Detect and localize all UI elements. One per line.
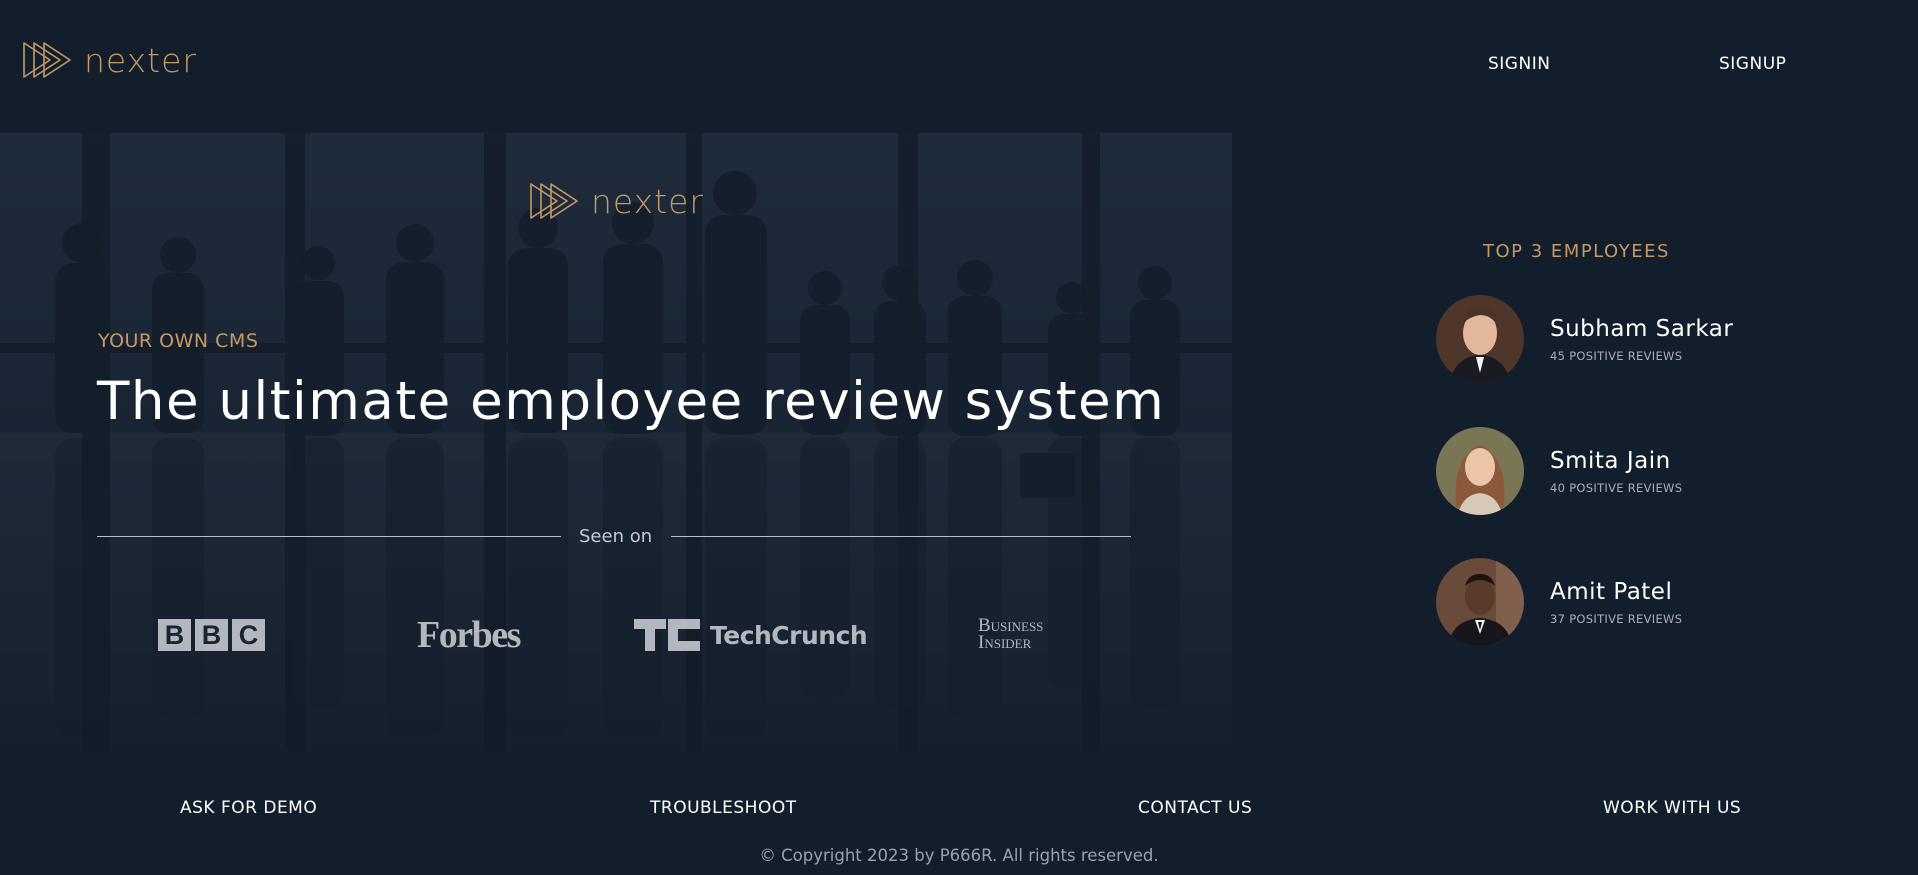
business-insider-line2: Insider [978, 632, 1032, 653]
avatar [1436, 558, 1524, 646]
forbes-logo: Forbes [417, 614, 521, 656]
seen-on-divider-left [97, 536, 561, 537]
hero-overlay [0, 133, 1232, 750]
employee-reviews: 37 POSITIVE REVIEWS [1550, 611, 1683, 626]
footer-link-work-with-us[interactable]: WORK WITH US [1603, 798, 1741, 818]
employee-name: Smita Jain [1550, 447, 1671, 474]
triple-play-icon [23, 42, 71, 78]
employee-photo [1436, 295, 1524, 383]
signin-link[interactable]: SIGNIN [1488, 54, 1550, 74]
hero-section: nexter YOUR OWN CMS The ultimate employe… [0, 133, 1232, 750]
avatar [1436, 295, 1524, 383]
copyright-text: © Copyright 2023 by P666R. All rights re… [759, 846, 1159, 865]
top-employees-title: TOP 3 EMPLOYEES [1483, 241, 1670, 262]
hero-title: The ultimate employee review system [97, 371, 1166, 432]
business-insider-logo: Business Insider [978, 616, 1043, 653]
employee-photo [1436, 558, 1524, 646]
employee-card[interactable]: Amit Patel 37 POSITIVE REVIEWS [1436, 558, 1856, 646]
hero-logo: nexter [529, 181, 704, 221]
signup-link[interactable]: SIGNUP [1719, 54, 1786, 74]
footer-link-troubleshoot[interactable]: TROUBLESHOOT [650, 798, 797, 818]
avatar [1436, 427, 1524, 515]
hero-kicker: YOUR OWN CMS [98, 330, 259, 352]
seen-on-label: Seen on [579, 526, 653, 547]
employee-name: Amit Patel [1550, 578, 1673, 605]
brand-name: nexter [84, 40, 197, 80]
bbc-letter-b2: B [195, 619, 228, 651]
employee-reviews: 40 POSITIVE REVIEWS [1550, 480, 1683, 495]
hero-brand-name: nexter [591, 181, 704, 221]
employee-reviews: 45 POSITIVE REVIEWS [1550, 348, 1683, 363]
employee-card[interactable]: Subham Sarkar 45 POSITIVE REVIEWS [1436, 295, 1856, 383]
employee-card[interactable]: Smita Jain 40 POSITIVE REVIEWS [1436, 427, 1856, 515]
techcrunch-logo: TechCrunch [634, 619, 868, 651]
techcrunch-tc-mark [634, 619, 700, 651]
footer-link-contact-us[interactable]: CONTACT US [1138, 798, 1252, 818]
seen-on-divider-right [671, 536, 1131, 537]
triple-play-icon [530, 183, 578, 219]
header-logo[interactable]: nexter [22, 40, 197, 80]
bbc-letter-c: C [232, 619, 265, 651]
bbc-logo: B B C [158, 619, 265, 651]
employee-name: Subham Sarkar [1550, 315, 1734, 342]
footer-link-ask-for-demo[interactable]: ASK FOR DEMO [180, 798, 317, 818]
bbc-letter-b1: B [158, 619, 191, 651]
techcrunch-wordmark: TechCrunch [710, 620, 868, 650]
employee-photo [1436, 427, 1524, 515]
